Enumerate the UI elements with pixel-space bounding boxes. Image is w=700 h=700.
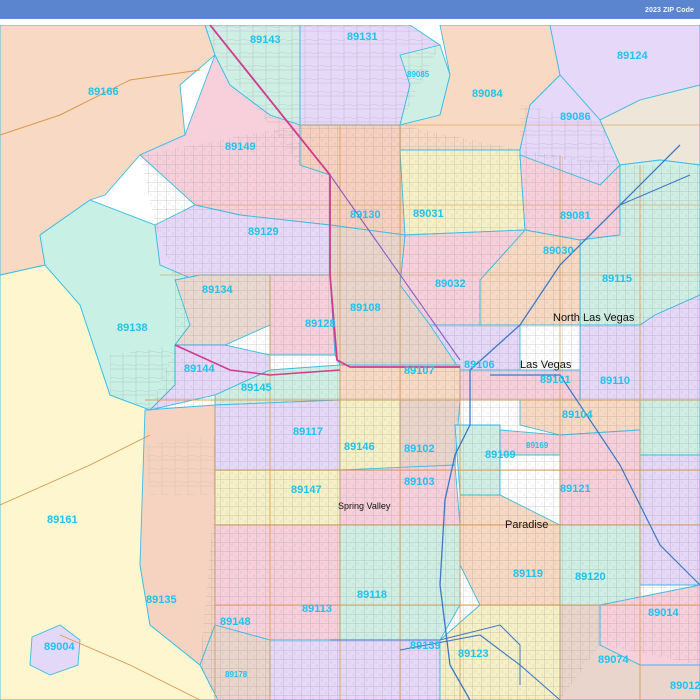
zip-label-89101: 89101 bbox=[540, 374, 571, 386]
zip-label-89109: 89109 bbox=[485, 449, 516, 461]
zip-label-89081: 89081 bbox=[560, 210, 591, 222]
zip-label-89014: 89014 bbox=[648, 607, 679, 619]
zip-label-89128: 89128 bbox=[305, 318, 336, 330]
zip-label-89147: 89147 bbox=[291, 484, 322, 496]
zip-label-89178: 89178 bbox=[225, 670, 248, 679]
zip-label-89149: 89149 bbox=[225, 141, 256, 153]
zip-label-89107: 89107 bbox=[404, 365, 435, 377]
zip-label-89138: 89138 bbox=[117, 322, 148, 334]
zip-label-89169: 89169 bbox=[526, 441, 549, 450]
zip-label-89004: 89004 bbox=[44, 641, 75, 653]
place-label-paradise: Paradise bbox=[505, 519, 548, 531]
zip-label-89161: 89161 bbox=[47, 514, 78, 526]
zip-label-89085: 89085 bbox=[407, 70, 430, 79]
zip-label-89119: 89119 bbox=[513, 568, 543, 580]
zip-label-89012: 89012 bbox=[670, 680, 700, 692]
zip-label-89143: 89143 bbox=[250, 34, 281, 46]
zip-label-89139: 89139 bbox=[410, 640, 441, 652]
zip-label-89144: 89144 bbox=[184, 363, 215, 375]
zip-label-89131: 89131 bbox=[347, 31, 378, 43]
zip-label-89134: 89134 bbox=[202, 284, 233, 296]
zip-label-89120: 89120 bbox=[575, 571, 606, 583]
zip-label-89102: 89102 bbox=[404, 443, 435, 455]
zip-label-89104: 89104 bbox=[562, 409, 593, 421]
place-label-north-las-vegas: North Las Vegas bbox=[553, 312, 635, 324]
zip-label-89108: 89108 bbox=[350, 302, 381, 314]
zip-label-89084: 89084 bbox=[472, 88, 503, 100]
zip-label-89032: 89032 bbox=[435, 278, 466, 290]
zip-label-89115: 89115 bbox=[602, 273, 632, 285]
place-label-las-vegas: Las Vegas bbox=[520, 359, 572, 371]
zip-label-89146: 89146 bbox=[344, 441, 375, 453]
map-canvas: North Las Vegas Las Vegas Spring Valley … bbox=[0, 25, 700, 700]
zip-label-89113: 89113 bbox=[302, 603, 332, 615]
zip-label-89118: 89118 bbox=[357, 589, 387, 601]
map-title: 2023 ZIP Code bbox=[644, 7, 694, 14]
zip-label-89145: 89145 bbox=[241, 382, 272, 394]
zip-label-89166: 89166 bbox=[88, 86, 119, 98]
zip-label-89106: 89106 bbox=[464, 359, 495, 371]
zip-label-89135: 89135 bbox=[146, 594, 177, 606]
map-header-bar: 2023 ZIP Code bbox=[0, 0, 700, 22]
zip-label-89129: 89129 bbox=[248, 226, 279, 238]
zip-label-89031: 89031 bbox=[413, 208, 444, 220]
zip-label-89117: 89117 bbox=[293, 426, 323, 438]
place-label-spring-valley: Spring Valley bbox=[338, 501, 391, 511]
zip-label-89030: 89030 bbox=[543, 245, 574, 257]
zip-label-89103: 89103 bbox=[404, 476, 435, 488]
zip-label-89074: 89074 bbox=[598, 654, 629, 666]
zip-label-89121: 89121 bbox=[560, 483, 591, 495]
zip-label-89086: 89086 bbox=[560, 111, 591, 123]
zip-label-89124: 89124 bbox=[617, 50, 648, 62]
zip-label-89110: 89110 bbox=[600, 375, 630, 387]
zip-label-89148: 89148 bbox=[220, 616, 251, 628]
zip-code-map[interactable]: North Las Vegas Las Vegas Spring Valley … bbox=[0, 25, 700, 700]
zip-label-89130: 89130 bbox=[350, 209, 381, 221]
zip-label-89123: 89123 bbox=[458, 648, 489, 660]
